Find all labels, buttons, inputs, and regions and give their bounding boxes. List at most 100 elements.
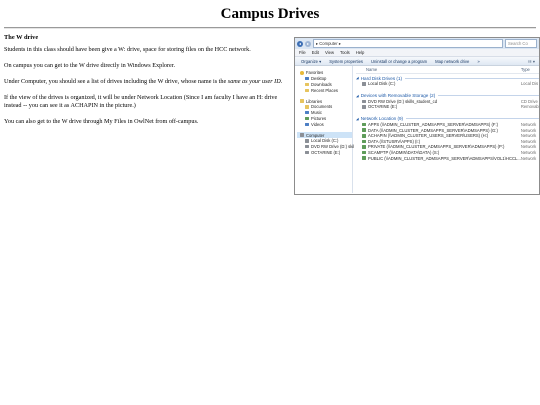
collapse-triangle-icon: ◢ (356, 76, 359, 80)
paragraph-computer-text: Under Computer, you should see a list of… (4, 78, 228, 86)
nav-pictures-label: Pictures (311, 115, 327, 121)
group-network-label: Network Location (9) (360, 116, 404, 122)
drive-name: DVD RW Drive (D:) skills_student_cd (368, 98, 438, 104)
network-drive-icon (362, 122, 366, 127)
explorer-body: Favorites Desktop Downloads Recent Place… (295, 66, 539, 193)
cmd-uninstall: Uninstall or change a program (371, 58, 428, 64)
menu-bar: File Edit View Tools Help (295, 49, 539, 57)
forward-arrow-icon: ▸ (305, 40, 311, 47)
group-removable-label: Devices with Removable Storage (2) (360, 93, 436, 99)
nav-desktop-label: Desktop (311, 76, 327, 82)
computer-icon (300, 133, 304, 137)
drive-type: Removab (520, 104, 539, 110)
collapse-triangle-icon: ◢ (356, 93, 359, 98)
nav-downloads-label: Downloads (311, 81, 332, 87)
drive-type: Network (520, 122, 537, 128)
menu-file: File (299, 50, 306, 55)
drive-name: OCTARINE (E:) (368, 104, 398, 110)
cmd-map-network-drive: Map network drive (435, 58, 470, 64)
column-header-row: Name Type (356, 66, 539, 74)
drive-name: PUBLIC (\\ADMIN_CLUSTER_ADMSAPPS_SERVER\… (368, 155, 521, 161)
downloads-icon (305, 82, 309, 87)
network-drive-row: DATA (\\STUSRV\APPS) (I:) Network (356, 139, 539, 145)
drive-name: ACHAPIN (\\ADMIN_CLUSTER_USERS_SERVER\US… (368, 133, 489, 139)
network-drive-row: DATA (\\ADMIN_CLUSTER_ADMSAPPS_SERVER\AD… (356, 127, 539, 133)
paragraph-intro: Students in this class should have been … (4, 46, 251, 54)
cmd-more: » (477, 58, 480, 64)
address-bar-row: ◂ ▸ ▸ Computer ▸ Search Co (295, 38, 539, 49)
back-arrow-icon: ◂ (297, 40, 303, 47)
nav-recent: Recent Places (300, 87, 352, 93)
paragraph-network-location: If the view of the drives is organized, … (4, 94, 278, 109)
nav-videos-label: Videos (311, 121, 324, 127)
nav-music-label: Music (311, 110, 322, 116)
drive-row: OCTARINE (E:) Removab (356, 104, 539, 110)
nav-videos: Videos (300, 121, 352, 127)
navigation-pane: Favorites Desktop Downloads Recent Place… (295, 66, 355, 193)
drive-type: CD Drive (520, 98, 538, 104)
nav-recent-label: Recent Places (311, 87, 338, 93)
address-field: ▸ Computer ▸ (313, 39, 503, 48)
star-icon (300, 71, 304, 75)
hard-disk-icon (362, 82, 366, 86)
section-heading: The W drive (4, 34, 39, 41)
nav-libraries-label: Libraries (306, 98, 323, 104)
hard-disk-icon (305, 139, 309, 143)
column-name: Name (366, 67, 378, 72)
menu-view: View (324, 50, 334, 55)
emphasis-user-id: same as your user ID (227, 78, 281, 86)
network-drive-icon (362, 150, 366, 155)
documents-icon (305, 105, 309, 109)
drive-name: SCAMPTP (\\ADMIN\DATA\DATA) (S:) (368, 150, 440, 156)
command-bar: Organize ▾ System properties Uninstall o… (295, 57, 539, 66)
page-title: Campus Drives (220, 6, 320, 22)
nav-local-disk-label: Local Disk (C:) (311, 138, 339, 144)
drive-name: Local Disk (C:) (368, 81, 396, 87)
dvd-drive-icon (362, 99, 366, 104)
pictures-icon (305, 116, 309, 121)
paragraph-computer-end: . (280, 78, 283, 86)
nav-favorites-label: Favorites (306, 70, 324, 76)
network-drive-icon (362, 156, 366, 160)
menu-edit: Edit (311, 50, 319, 55)
paragraph-computer: Under Computer, you should see a list of… (4, 78, 291, 86)
collapse-triangle-icon: ◢ (356, 116, 359, 121)
drive-name: DATA (\\STUSRV\APPS) (I:) (368, 138, 421, 144)
usb-drive-icon (362, 105, 366, 109)
view-options-icon: ☷ ▾ (527, 58, 535, 64)
group-divider (405, 77, 539, 79)
nav-dvd-label: DVD RW Drive (D:) skil (311, 144, 355, 150)
network-drive-row: APPS (\\ADMIN_CLUSTER_ADMSAPPS_SERVER\AD… (356, 122, 539, 128)
network-drive-icon (362, 139, 366, 144)
menu-tools: Tools (339, 50, 350, 55)
drive-type: Local Dis (520, 81, 539, 87)
drive-type: Network (520, 155, 537, 161)
network-drive-row: ACHAPIN (\\ADMIN_CLUSTER_USERS_SERVER\US… (356, 133, 539, 139)
drive-row: Local Disk (C:) Local Dis (356, 81, 539, 87)
drive-type: Network (520, 127, 537, 133)
drive-list-pane: Name Type ◢ Hard Disk Drives (1) Local Di… (353, 66, 539, 193)
recent-places-icon (305, 88, 309, 93)
network-drive-row: PRIVATE (\\ADMIN_CLUSTER_ADMSAPPS_SERVER… (356, 144, 539, 150)
explorer-screenshot: ◂ ▸ ▸ Computer ▸ Search Co File Edit Vie… (294, 37, 540, 195)
videos-icon (305, 122, 309, 127)
drive-name: DATA (\\ADMIN_CLUSTER_ADMSAPPS_SERVER\AD… (368, 127, 498, 133)
paragraph-off-campus: You can also get to the W drive through … (4, 117, 199, 125)
libraries-icon (300, 99, 304, 103)
cmd-organize: Organize ▾ (301, 58, 322, 64)
network-drive-row: PUBLIC (\\ADMIN_CLUSTER_ADMSAPPS_SERVER\… (356, 155, 539, 161)
dvd-drive-icon (305, 144, 309, 149)
nav-octarine: OCTARINE (E:) (300, 150, 352, 156)
drive-type: Network (520, 133, 537, 139)
paragraph-on-campus: On campus you can get to the W drive dir… (4, 62, 176, 70)
network-drive-icon (362, 128, 366, 132)
nav-documents-label: Documents (311, 104, 333, 110)
drive-type: Network (520, 150, 537, 156)
drive-type: Network (520, 138, 537, 144)
drive-type: Network (520, 144, 537, 150)
nav-computer-label: Computer (306, 132, 325, 138)
group-divider (406, 118, 539, 120)
network-drive-row: SCAMPTP (\\ADMIN\DATA\DATA) (S:) Network (356, 150, 539, 156)
column-type: Type (520, 67, 530, 72)
desktop-icon (305, 76, 309, 81)
